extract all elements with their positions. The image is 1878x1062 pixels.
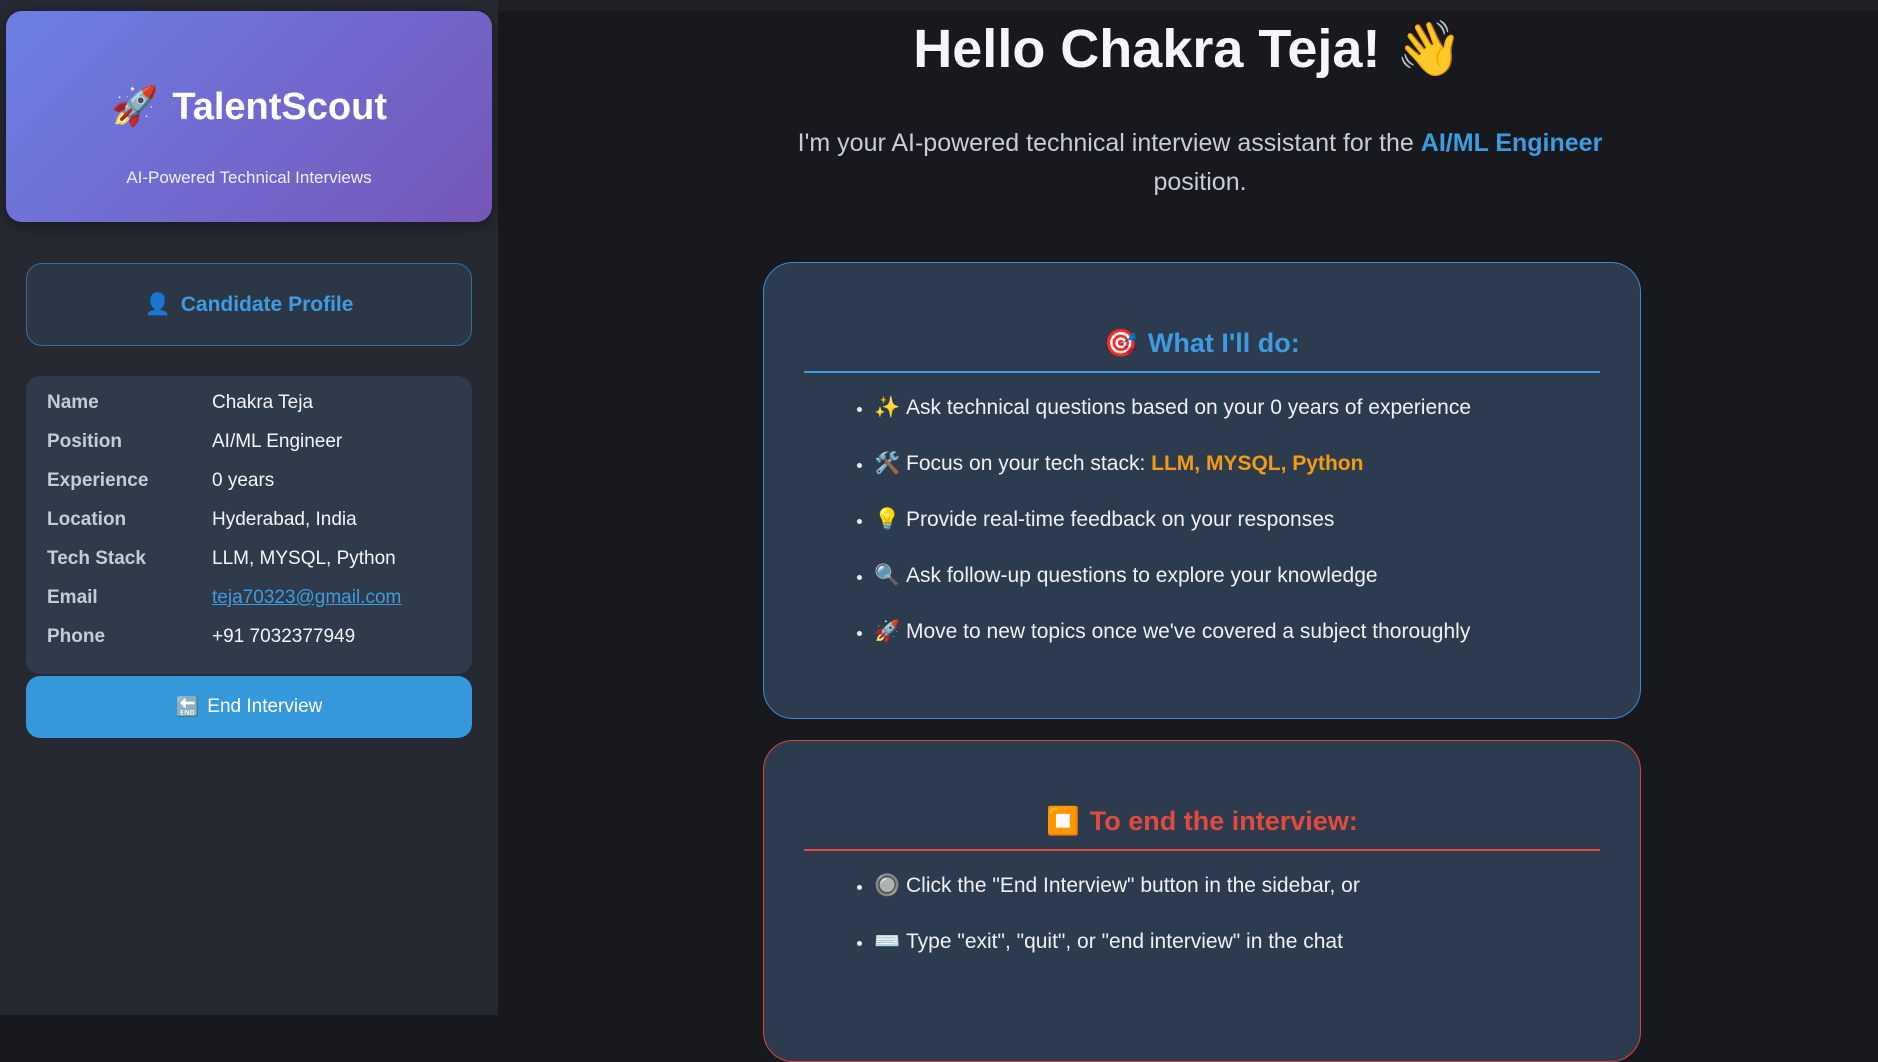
profile-row-name: Name Chakra Teja: [47, 388, 313, 418]
profile-row-experience: Experience 0 years: [47, 466, 274, 496]
list-item: ⌨️Type "exit", "quit", or "end interview…: [874, 927, 1360, 983]
profile-value: Hyderabad, India: [212, 509, 357, 530]
top-bar: [498, 0, 1878, 11]
profile-row-location: Location Hyderabad, India: [47, 505, 357, 535]
list-item-text: Provide real-time feedback on your respo…: [906, 508, 1335, 531]
profile-label: Phone: [47, 626, 106, 647]
profile-row-email: Email teja70323@gmail.com: [47, 583, 401, 613]
sidebar: 🚀 TalentScout AI-Powered Technical Inter…: [0, 0, 498, 1015]
list-item-text: Focus on your tech stack:: [906, 452, 1146, 475]
brand-subtitle: AI-Powered Technical Interviews: [126, 168, 372, 187]
what-ill-do-list: ✨Ask technical questions based on your 0…: [844, 393, 1471, 673]
end-interview-card: ⏹️ To end the interview: 🔘Click the "End…: [763, 740, 1641, 1062]
list-item: 🚀Move to new topics once we've covered a…: [874, 617, 1471, 673]
list-item-text: Type "exit", "quit", or "end interview" …: [906, 930, 1343, 953]
intro-suffix: position.: [1153, 168, 1247, 196]
rocket-icon: 🚀: [874, 620, 901, 643]
list-item-text: Ask technical questions based on your 0 …: [906, 396, 1472, 419]
profile-label: Experience: [47, 470, 149, 491]
email-link[interactable]: teja70323@gmail.com: [212, 587, 401, 608]
profile-label: Position: [47, 431, 122, 452]
brand-title: TalentScout: [172, 85, 387, 128]
profile-label: Location: [47, 509, 127, 530]
intro-prefix: I'm your AI-powered technical interview …: [797, 129, 1414, 157]
profile-value: LLM, MYSQL, Python: [212, 548, 396, 569]
target-icon: 🎯: [1104, 328, 1138, 358]
stop-icon: ⏹️: [1046, 806, 1080, 836]
profile-value: Chakra Teja: [212, 392, 314, 413]
list-item: 🔘Click the "End Interview" button in the…: [874, 871, 1360, 927]
sparkles-icon: ✨: [874, 396, 901, 419]
user-icon: 👤: [144, 292, 171, 316]
candidate-profile-label: Candidate Profile: [180, 292, 354, 316]
profile-value: AI/ML Engineer: [212, 431, 343, 452]
list-item: 🛠️Focus on your tech stack: LLM, MYSQL, …: [874, 449, 1471, 505]
end-interview-heading: To end the interview:: [1089, 805, 1358, 836]
magnifier-icon: 🔍: [874, 564, 901, 587]
profile-row-phone: Phone +91 7032377949: [47, 622, 355, 652]
greeting-heading: Hello Chakra Teja! 👋: [498, 18, 1878, 81]
candidate-profile-header: 👤 Candidate Profile: [26, 263, 472, 346]
list-item: 💡Provide real-time feedback on your resp…: [874, 505, 1471, 561]
end-interview-title: ⏹️ To end the interview:: [804, 793, 1600, 851]
list-item-text: Ask follow-up questions to explore your …: [906, 564, 1378, 587]
intro-text: I'm your AI-powered technical interview …: [780, 124, 1620, 202]
brand-title-row: 🚀 TalentScout: [6, 85, 492, 129]
end-interview-list: 🔘Click the "End Interview" button in the…: [844, 871, 1360, 983]
profile-label: Email: [47, 587, 98, 608]
tools-icon: 🛠️: [874, 452, 901, 475]
profile-row-position: Position AI/ML Engineer: [47, 427, 342, 457]
what-ill-do-title: 🎯 What I'll do:: [804, 315, 1600, 373]
profile-info-card: Name Chakra Teja Position AI/ML Engineer…: [26, 376, 472, 674]
radio-button-icon: 🔘: [874, 874, 901, 897]
greeting-text: Hello Chakra Teja!: [913, 19, 1381, 79]
end-interview-label: End Interview: [207, 696, 323, 717]
waving-hand-icon: 👋: [1395, 19, 1463, 79]
lightbulb-icon: 💡: [874, 508, 901, 531]
tech-stack-highlight: LLM, MYSQL, Python: [1151, 452, 1364, 475]
rocket-icon: 🚀: [111, 86, 159, 128]
brand-banner: 🚀 TalentScout AI-Powered Technical Inter…: [6, 11, 492, 222]
list-item-text: Move to new topics once we've covered a …: [906, 620, 1471, 643]
profile-value: +91 7032377949: [212, 626, 356, 647]
what-ill-do-heading: What I'll do:: [1147, 327, 1300, 358]
profile-row-tech-stack: Tech Stack LLM, MYSQL, Python: [47, 544, 396, 574]
profile-label: Name: [47, 392, 99, 413]
end-icon: 🔚: [175, 697, 200, 718]
profile-label: Tech Stack: [47, 548, 146, 569]
intro-position: AI/ML Engineer: [1420, 129, 1603, 157]
list-item-text: Click the "End Interview" button in the …: [906, 874, 1360, 897]
keyboard-icon: ⌨️: [874, 930, 901, 953]
list-item: ✨Ask technical questions based on your 0…: [874, 393, 1471, 449]
end-interview-button[interactable]: 🔚 End Interview: [26, 676, 472, 738]
what-ill-do-card: 🎯 What I'll do: ✨Ask technical questions…: [763, 262, 1641, 719]
profile-value: 0 years: [212, 470, 275, 491]
list-item: 🔍Ask follow-up questions to explore your…: [874, 561, 1471, 617]
